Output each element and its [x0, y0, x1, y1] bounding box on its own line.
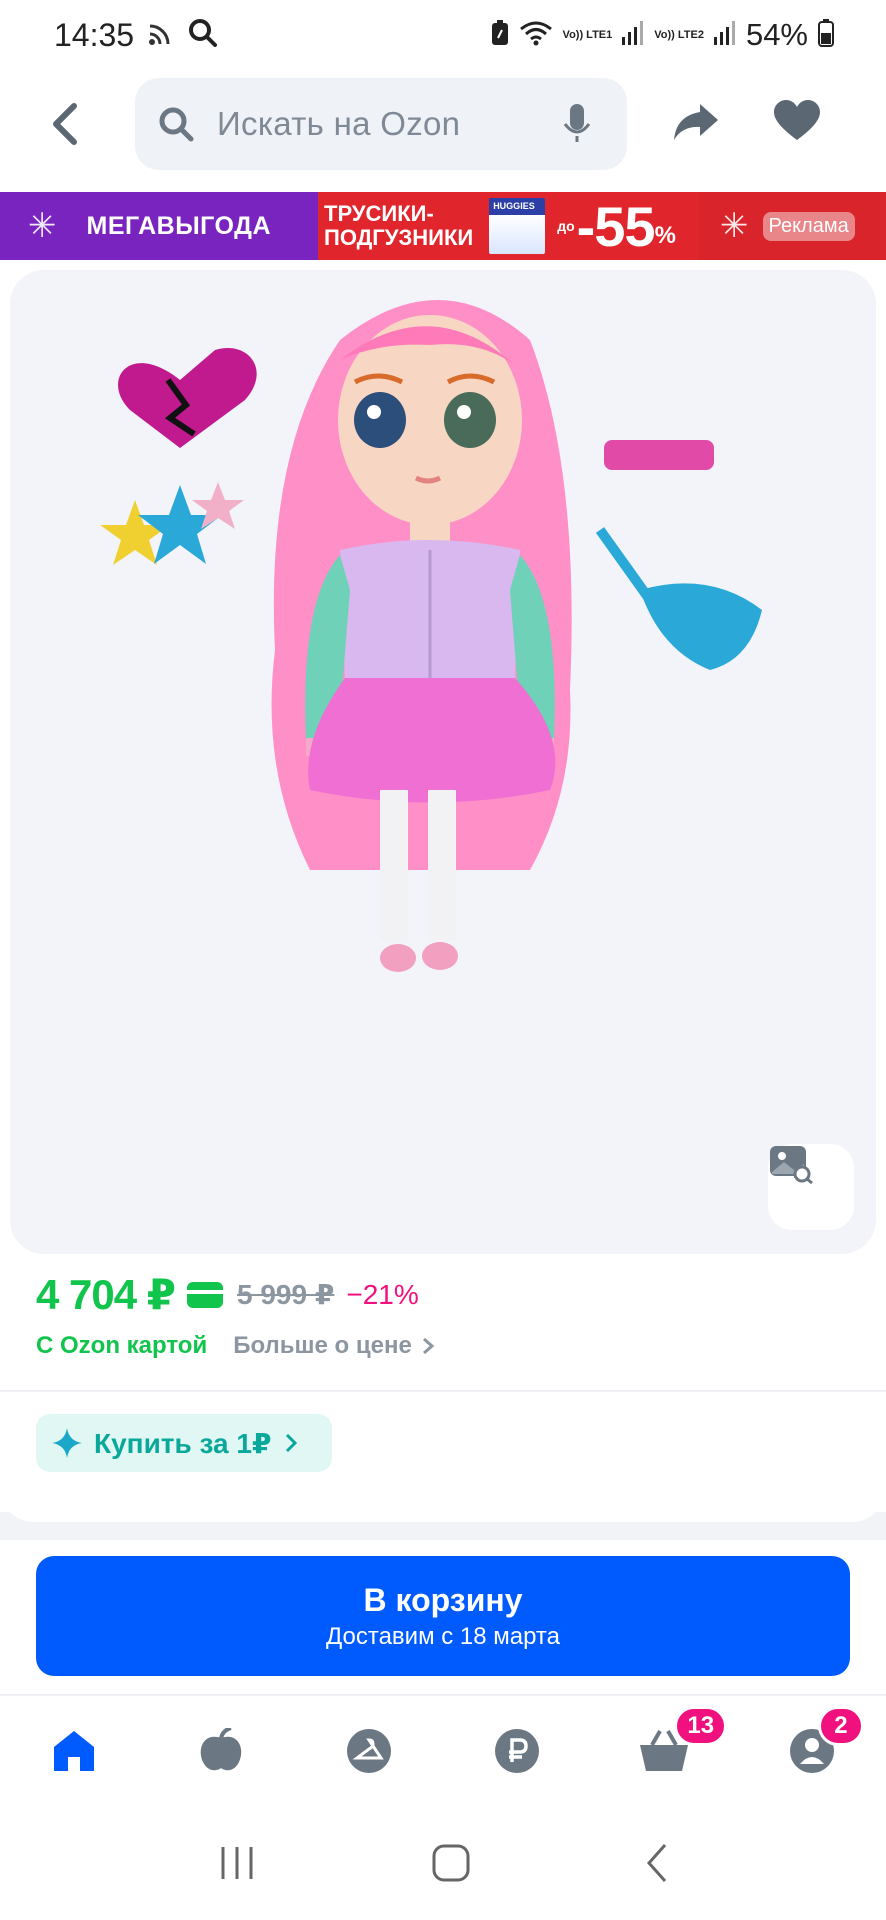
- profile-badge: 2: [817, 1706, 864, 1746]
- banner-percent: %: [654, 222, 676, 249]
- chevron-right-icon: [422, 1337, 434, 1355]
- banner-discount: -55: [576, 194, 656, 258]
- sparkle-icon: ✳: [28, 207, 57, 245]
- status-bar: 14:35 Vo)) LTE1 Vo)) LTE2 54%: [0, 0, 886, 70]
- buy-for-1-ruble-button[interactable]: Купить за 1₽: [36, 1414, 332, 1472]
- hanger-icon: [346, 1729, 391, 1773]
- wifi-icon: [519, 19, 553, 52]
- nav-finance[interactable]: [443, 1696, 591, 1806]
- diaper-pack-image: HUGGIES: [487, 196, 548, 256]
- banner-product-line2: ПОДГУЗНИКИ: [324, 225, 474, 250]
- nav-cart[interactable]: 13: [590, 1696, 738, 1806]
- banner-product-line1: ТРУСИКИ-: [324, 201, 434, 226]
- share-button[interactable]: [672, 100, 720, 149]
- chevron-left-icon: [53, 103, 77, 145]
- search-placeholder: Искать на Ozon: [217, 105, 461, 142]
- add-to-cart-label: В корзину: [363, 1581, 523, 1618]
- price-discount: −21%: [346, 1278, 419, 1310]
- share-icon: [674, 104, 718, 140]
- sparkle-icon: [52, 1428, 82, 1458]
- banner-title: МЕГАВЫГОДА: [86, 211, 272, 240]
- status-time: 14:35: [54, 16, 135, 53]
- image-search-icon: [770, 1146, 813, 1184]
- cast-icon: [148, 20, 174, 51]
- price-row: 4 704 ₽ 5 999 ₽ −21%: [36, 1270, 419, 1319]
- divider: [0, 1390, 886, 1392]
- favorite-button[interactable]: [774, 100, 820, 147]
- section-edge: [0, 1486, 886, 1522]
- ozon-card-note: С Ozon картой: [36, 1332, 208, 1359]
- top-bar: Искать на Ozon: [0, 76, 886, 172]
- home-system-icon[interactable]: [431, 1843, 471, 1883]
- doll-illustration: [100, 300, 762, 972]
- nav-catalog[interactable]: [295, 1696, 443, 1806]
- pack-brand: HUGGIES: [493, 201, 535, 211]
- search-icon: [159, 107, 194, 142]
- microphone-icon[interactable]: [563, 104, 591, 149]
- search-status-icon: [188, 18, 218, 53]
- signal2-icon: [713, 20, 736, 50]
- add-to-cart-button[interactable]: В корзину Доставим с 18 марта: [36, 1556, 850, 1676]
- product-image[interactable]: [10, 270, 876, 1254]
- price-current: 4 704 ₽: [36, 1271, 176, 1318]
- ruble-icon: [494, 1729, 539, 1773]
- nav-home[interactable]: [0, 1696, 148, 1806]
- sparkle-icon: ✳: [720, 207, 749, 245]
- sim1-label: Vo)) LTE1: [562, 28, 613, 41]
- price-old: 5 999 ₽: [237, 1279, 335, 1310]
- chevron-right-icon: [286, 1433, 298, 1453]
- back-button[interactable]: [44, 100, 84, 148]
- battery-icon: [818, 18, 834, 52]
- battery-percent: 54%: [745, 17, 808, 52]
- sim2-label: Vo)) LTE2: [654, 28, 704, 41]
- more-price-link[interactable]: Больше о цене: [233, 1332, 412, 1360]
- visual-search-button[interactable]: [768, 1144, 854, 1230]
- banner-product: ТРУСИКИ- ПОДГУЗНИКИ: [324, 202, 473, 250]
- fresh-icon: [201, 1728, 242, 1771]
- ad-label: Реклама: [762, 211, 855, 241]
- buy-for-1-label: Купить за 1₽: [94, 1427, 272, 1459]
- card-icon: [187, 1281, 223, 1308]
- cart-badge: 13: [674, 1706, 728, 1746]
- home-icon: [53, 1731, 94, 1771]
- heart-icon: [774, 100, 820, 140]
- delivery-date-label: Доставим с 18 марта: [325, 1622, 561, 1650]
- recent-apps-icon[interactable]: [217, 1845, 257, 1881]
- bottom-navigation: 13 2: [0, 1694, 886, 1806]
- price-sub-row: С Ozon картой Больше о цене: [36, 1332, 434, 1360]
- nav-profile[interactable]: 2: [738, 1696, 886, 1806]
- signal1-icon: [622, 20, 644, 50]
- promo-banner[interactable]: ✳ МЕГАВЫГОДА ТРУСИКИ- ПОДГУЗНИКИ HUGGIES…: [0, 192, 886, 260]
- battery-saver-icon: [491, 19, 509, 51]
- search-input[interactable]: Искать на Ozon: [135, 78, 627, 170]
- banner-prefix: до: [557, 218, 575, 234]
- system-navigation: [0, 1806, 886, 1920]
- back-system-icon[interactable]: [645, 1843, 669, 1883]
- nav-fresh[interactable]: [148, 1696, 296, 1806]
